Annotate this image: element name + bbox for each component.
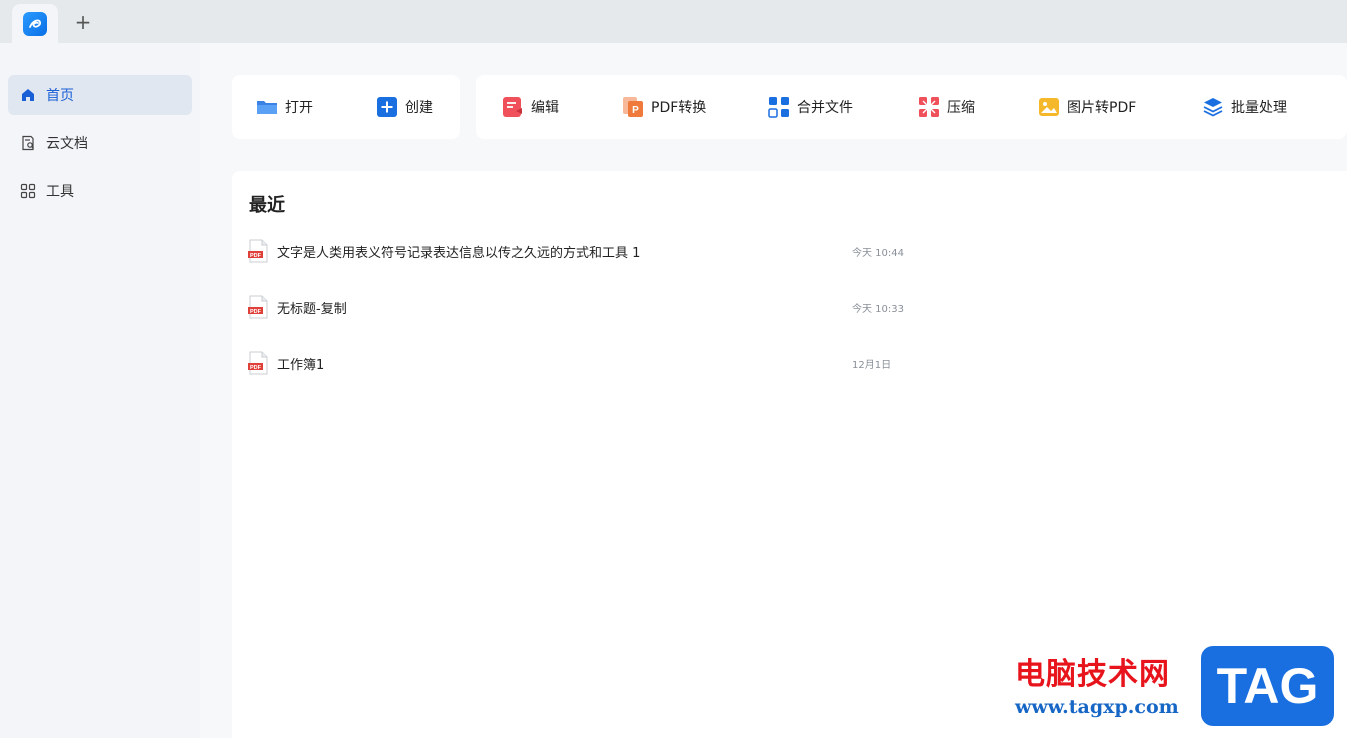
new-tab-button[interactable]: + xyxy=(72,10,94,34)
merge-files-label: 合并文件 xyxy=(797,100,853,116)
batch-process-label: 批量处理 xyxy=(1231,100,1287,116)
sidebar: 首页 云文档 工具 xyxy=(0,43,200,738)
compress-label: 压缩 xyxy=(947,100,975,116)
open-button[interactable]: 打开 xyxy=(256,75,313,139)
edit-doc-icon xyxy=(502,96,524,118)
compress-button[interactable]: 压缩 xyxy=(918,75,975,139)
pdf-file-icon: PDF xyxy=(248,239,269,263)
file-name: 文字是人类用表义符号记录表达信息以传之久远的方式和工具 1 xyxy=(277,245,641,261)
grid-icon xyxy=(20,183,36,199)
recent-card: 最近 PDF 文字是人类用表义符号记录表达信息以传之久远的方式和工具 1 今天 … xyxy=(232,171,1347,738)
recent-file-row[interactable]: PDF 文字是人类用表义符号记录表达信息以传之久远的方式和工具 1 今天 10:… xyxy=(248,231,1148,271)
merge-files-button[interactable]: 合并文件 xyxy=(768,75,853,139)
file-name: 无标题-复制 xyxy=(277,301,347,317)
file-time: 12月1日 xyxy=(852,359,892,371)
home-tab[interactable] xyxy=(12,4,58,43)
recent-file-row[interactable]: PDF 无标题-复制 今天 10:33 xyxy=(248,287,1148,327)
create-label: 创建 xyxy=(405,100,433,116)
sidebar-item-cloud-docs[interactable]: 云文档 xyxy=(8,123,192,163)
open-label: 打开 xyxy=(285,100,313,116)
file-actions-card: 打开 创建 xyxy=(232,75,460,139)
app-logo-icon xyxy=(23,11,47,36)
pdf-convert-button[interactable]: P PDF转换 xyxy=(622,75,706,139)
folder-icon xyxy=(256,96,278,118)
sidebar-item-label: 云文档 xyxy=(46,136,88,152)
compress-icon xyxy=(918,96,940,118)
pdf-convert-icon: P xyxy=(622,96,644,118)
pdf-convert-label: PDF转换 xyxy=(651,100,707,116)
pdf-file-icon: PDF xyxy=(248,295,269,319)
tools-card: 编辑 P PDF转换 合并文件 压缩 图片转PDF 批量处理 xyxy=(476,75,1347,139)
file-time: 今天 10:44 xyxy=(852,247,904,259)
image-to-pdf-label: 图片转PDF xyxy=(1067,100,1137,116)
batch-process-button[interactable]: 批量处理 xyxy=(1202,75,1287,139)
watermark-url: www.tagxp.com xyxy=(1015,696,1179,718)
home-icon xyxy=(20,87,36,103)
sidebar-item-home[interactable]: 首页 xyxy=(8,75,192,115)
main-area: 打开 创建 编辑 P PDF转换 合并文件 压缩 图片转PDF 批量处理 最近 … xyxy=(200,43,1347,738)
file-time: 今天 10:33 xyxy=(852,303,904,315)
plus-square-icon xyxy=(376,96,398,118)
title-bar: + xyxy=(0,0,1347,43)
sidebar-item-label: 工具 xyxy=(46,184,74,200)
pdf-badge: PDF xyxy=(250,309,262,315)
pdf-badge: PDF xyxy=(250,365,262,371)
sidebar-item-label: 首页 xyxy=(46,88,74,104)
sidebar-item-tools[interactable]: 工具 xyxy=(8,171,192,211)
cloud-doc-icon xyxy=(20,135,36,151)
image-to-pdf-button[interactable]: 图片转PDF xyxy=(1038,75,1136,139)
edit-label: 编辑 xyxy=(531,100,559,116)
recent-title: 最近 xyxy=(249,195,285,216)
merge-icon xyxy=(768,96,790,118)
layers-icon xyxy=(1202,96,1224,118)
file-name: 工作簿1 xyxy=(277,357,325,373)
svg-text:P: P xyxy=(632,105,639,116)
watermark-tag-logo: TAG xyxy=(1201,646,1334,726)
pdf-badge: PDF xyxy=(250,253,262,259)
watermark-text: 电脑技术网 xyxy=(1015,657,1170,692)
pdf-file-icon: PDF xyxy=(248,351,269,375)
create-button[interactable]: 创建 xyxy=(376,75,433,139)
recent-file-row[interactable]: PDF 工作簿1 12月1日 xyxy=(248,343,1148,383)
image-icon xyxy=(1038,96,1060,118)
edit-button[interactable]: 编辑 xyxy=(502,75,559,139)
